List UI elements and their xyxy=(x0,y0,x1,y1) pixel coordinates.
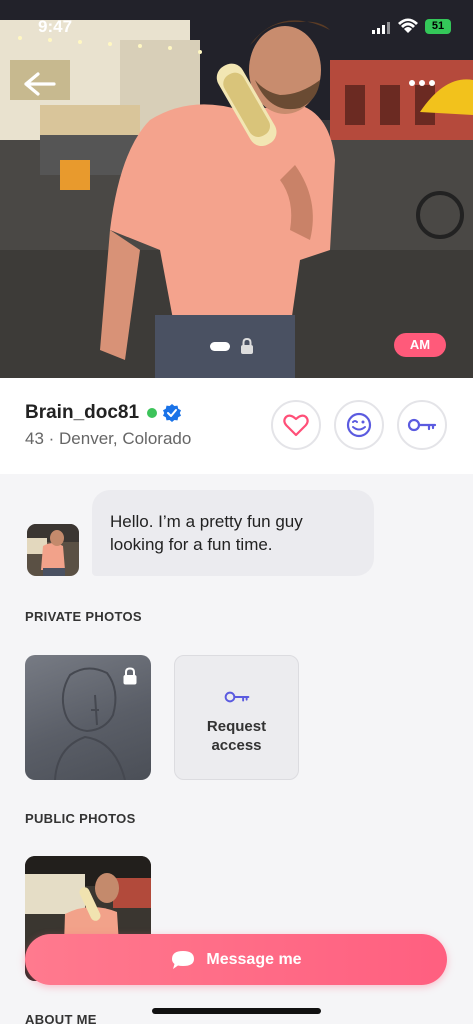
request-key-button[interactable] xyxy=(397,400,447,450)
username-row: Brain_doc81 xyxy=(25,402,182,424)
battery-level: 51 xyxy=(431,20,445,32)
status-bar: 9:47 51 xyxy=(0,0,473,54)
like-button[interactable] xyxy=(271,400,321,450)
profile-photo[interactable]: 9:47 51 AM xyxy=(0,0,473,378)
request-access-button[interactable]: Request access xyxy=(174,655,299,780)
private-photo-thumbnail[interactable] xyxy=(25,655,151,780)
key-icon xyxy=(407,418,437,432)
chat-bubble-icon xyxy=(172,950,195,969)
photo-pager[interactable] xyxy=(210,338,254,354)
about-me-heading: ABOUT ME xyxy=(25,1012,97,1024)
message-me-label: Message me xyxy=(206,950,302,968)
heart-icon xyxy=(283,414,309,437)
am-badge: AM xyxy=(394,333,446,357)
home-indicator[interactable] xyxy=(152,1008,321,1014)
lock-icon xyxy=(123,667,137,685)
public-photos-heading: PUBLIC PHOTOS xyxy=(25,811,136,826)
bio-message-bubble: Hello. I’m a pretty fun guy looking for … xyxy=(92,490,374,576)
photo-scene xyxy=(0,0,473,378)
request-access-label: Request access xyxy=(206,718,267,754)
more-options-icon[interactable] xyxy=(408,76,436,90)
cellular-signal-icon xyxy=(372,22,390,34)
verified-badge-icon xyxy=(163,404,182,422)
key-icon xyxy=(224,691,249,703)
status-time: 9:47 xyxy=(38,17,73,36)
wink-button[interactable] xyxy=(334,400,384,450)
online-status-dot xyxy=(147,408,158,418)
age-location: 43 · Denver, Colorado xyxy=(25,429,192,448)
winking-face-icon xyxy=(346,412,372,438)
back-arrow-icon[interactable] xyxy=(22,70,56,98)
avatar[interactable] xyxy=(27,524,79,576)
private-photo-lock-icon[interactable] xyxy=(240,338,254,354)
wifi-icon xyxy=(398,18,418,33)
pager-dot-active[interactable] xyxy=(210,341,230,351)
battery-indicator: 51 xyxy=(425,19,451,34)
avatar-image xyxy=(27,524,79,576)
username: Brain_doc81 xyxy=(25,402,140,423)
profile-header: Brain_doc81 43 · Denver, Colorado xyxy=(0,378,473,474)
private-photos-heading: PRIVATE PHOTOS xyxy=(25,609,142,624)
message-me-button[interactable]: Message me xyxy=(25,934,447,985)
